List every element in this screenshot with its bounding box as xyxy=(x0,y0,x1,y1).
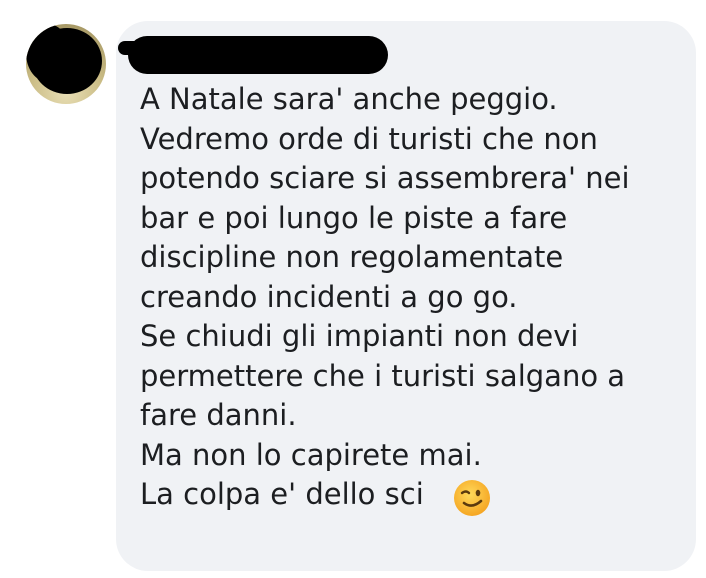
comment-line: A Natale sara' anche peggio. xyxy=(140,82,558,116)
comment-line: fare danni. xyxy=(140,398,297,432)
comment-line: potendo sciare si assembrera' nei xyxy=(140,161,630,195)
comment-line: Ma non lo capirete mai. xyxy=(140,437,482,472)
comment-last-line: La colpa e' dello sci xyxy=(140,475,630,518)
comment-text: A Natale sara' anche peggio. Vedremo ord… xyxy=(140,80,630,518)
comment-screen: A Natale sara' anche peggio. Vedremo ord… xyxy=(0,0,706,578)
author-name-redaction[interactable] xyxy=(128,36,388,74)
avatar-redaction xyxy=(26,24,70,82)
comment-line: permettere che i turisti salgano a xyxy=(140,358,626,393)
comment-line: creando incidenti a go go. xyxy=(140,279,518,314)
comment-line: Se chiudi gli impianti non devi xyxy=(140,319,579,353)
comment-line: bar e poi lungo le piste a fare xyxy=(140,200,568,235)
comment-line: discipline non regolamentate xyxy=(140,240,564,274)
comment-line: Vedremo orde di turisti che non xyxy=(140,121,598,156)
comment-line: La colpa e' dello sci xyxy=(140,477,424,512)
avatar[interactable] xyxy=(26,24,106,104)
winking-face-emoji-icon xyxy=(452,478,492,518)
